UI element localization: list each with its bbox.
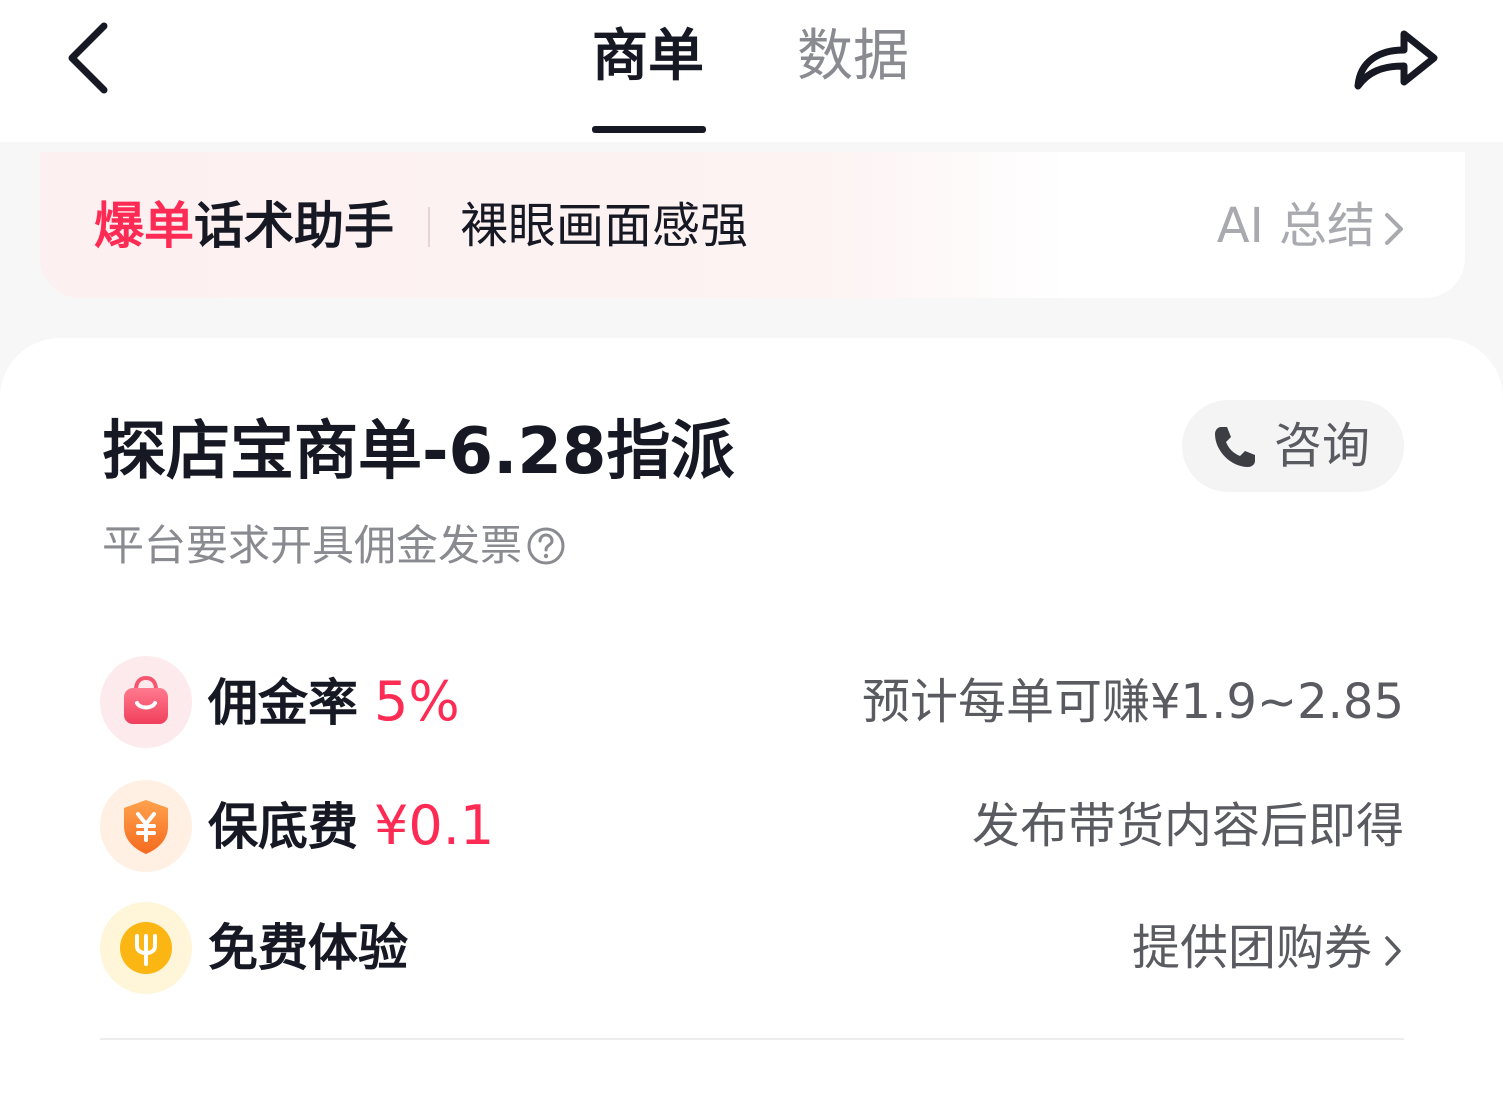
phone-icon (1215, 427, 1255, 467)
invoice-requirement: 平台要求开具佣金发票 (102, 518, 566, 574)
ai-summary-label: AI 总结 (1216, 198, 1375, 254)
guarantee-fee-note: 发布带货内容后即得 (971, 798, 1404, 854)
banner-title-highlight: 爆单 (94, 197, 194, 255)
free-experience-row[interactable]: 免费体验 提供团购券 (100, 902, 1404, 994)
help-circle-icon[interactable] (526, 526, 566, 566)
fork-icon (100, 902, 192, 994)
chevron-right-icon (1385, 936, 1401, 966)
deal-title: 探店宝商单-6.28指派 (102, 415, 735, 489)
tab-data[interactable]: 数据 (797, 22, 909, 92)
consult-button[interactable]: 咨询 (1182, 400, 1404, 492)
chevron-right-icon (1385, 213, 1403, 245)
ai-summary-link[interactable]: AI 总结 (1217, 194, 1407, 258)
estimated-earnings: 预计每单可赚¥1.9~2.85 (862, 674, 1404, 730)
guarantee-fee-value: ¥0.1 (374, 794, 495, 857)
consult-label: 咨询 (1274, 418, 1371, 474)
banner-title-rest: 话术助手 (194, 197, 394, 255)
chevron-left-icon (68, 22, 108, 94)
share-arrow-icon (1354, 30, 1438, 90)
commission-rate-value: 5% (374, 670, 460, 733)
commission-label: 佣金率 5% (208, 670, 460, 735)
active-tab-indicator (592, 126, 706, 133)
back-button[interactable] (56, 18, 126, 98)
tab-deal[interactable]: 商单 (592, 22, 704, 92)
guarantee-fee-row: 保底费 ¥0.1 发布带货内容后即得 (100, 780, 1404, 872)
shopping-bag-icon (100, 656, 192, 748)
banner-title: 爆单话术助手 (94, 194, 394, 258)
banner-divider (428, 207, 430, 247)
banner-text: 裸眼画面感强 (460, 198, 749, 254)
script-assistant-banner[interactable]: 爆单话术助手 裸眼画面感强 AI 总结 (40, 152, 1465, 298)
shield-yuan-icon (100, 780, 192, 872)
guarantee-fee-label: 保底费 ¥0.1 (208, 794, 494, 859)
free-experience-label: 免费体验 (208, 919, 408, 977)
invoice-requirement-text: 平台要求开具佣金发票 (102, 521, 523, 570)
commission-label-text: 佣金率 (208, 674, 358, 732)
section-divider (100, 1038, 1404, 1040)
share-button[interactable] (1348, 18, 1448, 98)
guarantee-fee-label-text: 保底费 (208, 798, 358, 856)
group-coupon-text: 提供团购券 (1131, 920, 1372, 976)
commission-row: 佣金率 5% 预计每单可赚¥1.9~2.85 (100, 656, 1404, 748)
deal-card: 探店宝商单-6.28指派 咨询 平台要求开具佣金发票 佣金率 5% 预计每单可赚… (0, 338, 1503, 1098)
top-nav-bar: 商单 数据 (0, 0, 1503, 142)
group-coupon-link[interactable]: 提供团购券 (1132, 916, 1404, 980)
